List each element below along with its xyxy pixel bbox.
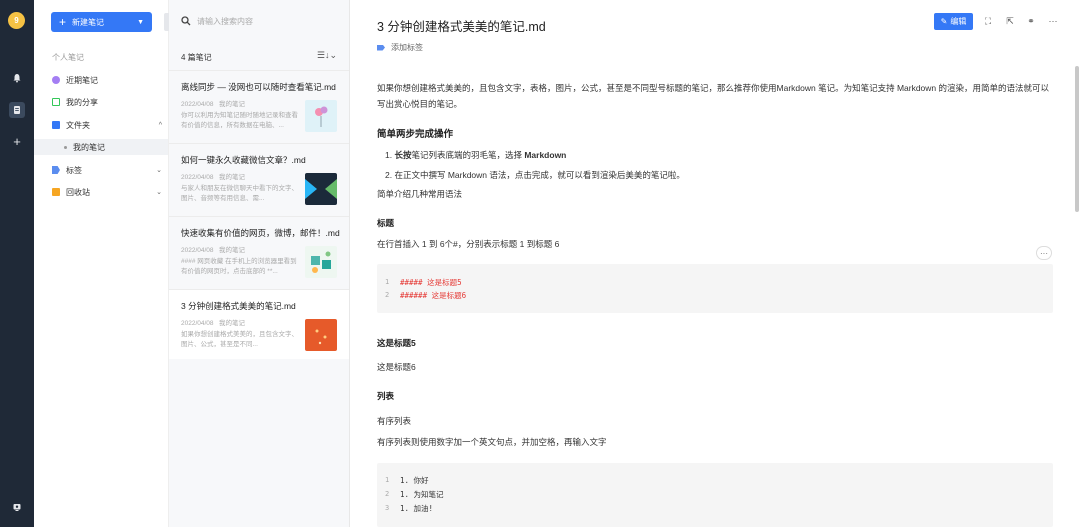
list-item-step1: 1. 长按笔记列表底端的羽毛笔，选择 Markdown (385, 150, 567, 160)
nav-item-recent[interactable]: 近期笔记 (52, 72, 162, 88)
list-item-step2: 2. 在正文中撰写 Markdown 语法，点击完成，就可以看到渲染后美美的笔记… (385, 170, 685, 180)
chevron-down-icon[interactable]: ▼ (137, 19, 144, 26)
search-icon (181, 16, 191, 26)
bullet-icon (64, 145, 67, 149)
note-title[interactable]: 3 分钟创建格式美美的笔记.md (377, 16, 546, 35)
sort-icon[interactable]: ☰↓⌄ (317, 50, 337, 61)
trash-icon (52, 188, 60, 196)
nav-item-folder[interactable]: 文件夹 ^ (52, 117, 162, 133)
ordered-list-description: 有序列表则使用数字加一个英文句点，并加空格，再输入文字 (377, 437, 607, 447)
note-card-selected[interactable]: 3 分钟创建格式美美的笔记.md 2022/04/08 我的笔记 如果你想创建格… (169, 289, 349, 359)
note-thumbnail (305, 173, 337, 205)
settings-icon[interactable] (9, 499, 25, 515)
note-card-title: 快速收集有价值的网页，微博，邮件！.md (181, 228, 340, 238)
avatar[interactable]: 9 (8, 12, 25, 29)
notification-icon[interactable] (9, 70, 25, 86)
code-line: 1. 为知笔记 (400, 490, 444, 499)
note-card-snippet: 你可以利用为知笔记随时随地记录和查看有价值的信息，所有数据在电脑、... (181, 112, 298, 129)
share-icon (52, 98, 60, 106)
notes-icon[interactable] (9, 102, 25, 118)
edit-button[interactable]: ✎ 编辑 (934, 13, 973, 30)
heading-list: 列表 (377, 391, 395, 401)
heading-steps: 简单两步完成操作 (377, 129, 454, 140)
section-label: 个人笔记 (52, 53, 84, 62)
new-note-button[interactable]: + 新建笔记 ▼ (51, 12, 152, 32)
add-tag-label: 添加标签 (391, 43, 423, 52)
nav-item-tags[interactable]: 标签 ⌄ (52, 162, 162, 178)
note-card[interactable]: 快速收集有价值的网页，微博，邮件！.md 2022/04/08 我的笔记 ###… (169, 216, 349, 286)
search-box[interactable]: 请输入搜索内容 (181, 14, 341, 28)
note-card-snippet: 如果你想创建格式美美的，且包含文字、图片、公式，甚至是不同... (181, 331, 298, 348)
nav-item-label: 我的分享 (66, 97, 98, 107)
note-card-snippet: 与家人和朋友在微信聊天中看下的文字、图片、音频等有用信息、需... (181, 185, 298, 202)
heading-title-section: 标题 (377, 218, 395, 228)
note-card-title: 如何一键永久收藏微信文章？.md (181, 155, 306, 165)
tag-icon (52, 166, 60, 174)
scrollbar[interactable] (1075, 66, 1079, 212)
clock-icon (52, 76, 60, 84)
note-list-panel: 请输入搜索内容 4 篇笔记 ☰↓⌄ 离线同步 — 没网也可以随时查看笔记.md … (169, 0, 350, 527)
edit-label: 编辑 (950, 17, 967, 26)
nav-item-label: 标签 (66, 165, 82, 175)
block-more-button[interactable]: ··· (1036, 246, 1052, 260)
editor-panel: 3 分钟创建格式美美的笔记.md 添加标签 ✎ 编辑 ⛶ ⇱ ⚭ ··· 如果你… (350, 0, 1080, 527)
chevron-down-icon[interactable]: ⌄ (156, 188, 162, 196)
nav-item-trash[interactable]: 回收站 ⌄ (52, 184, 162, 200)
note-card-title: 离线同步 — 没网也可以随时查看笔记.md (181, 82, 336, 92)
code-line: 1. 你好 (400, 476, 429, 485)
add-icon[interactable]: + (9, 133, 25, 149)
nav-item-label: 回收站 (66, 187, 90, 197)
open-external-icon[interactable]: ⇱ (1003, 14, 1017, 28)
intro-paragraph: 如果你想创建格式美美的，且包含文字，表格，图片，公式，甚至是不同型号标题的笔记，… (377, 83, 1050, 109)
add-tag-button[interactable]: 添加标签 (377, 42, 423, 53)
rendered-heading-5: 这是标题5 (377, 338, 416, 348)
syntax-intro: 简单介绍几种常用语法 (377, 189, 463, 199)
note-card-title: 3 分钟创建格式美美的笔记.md (181, 301, 296, 311)
plus-icon: + (59, 15, 67, 29)
nav-item-label: 近期笔记 (66, 75, 98, 85)
nav-item-share[interactable]: 我的分享 (52, 94, 162, 110)
code-line: ###### 这是标题6 (400, 291, 467, 300)
nav-panel: + 新建笔记 ▼ 个人笔记 近期笔记 我的分享 文件夹 ^ 我的笔记 标签 ⌄ … (34, 0, 169, 527)
fullscreen-icon[interactable]: ⛶ (981, 14, 995, 28)
note-card-snippet: #### 网页收藏 在手机上的浏览器里看到有价值的网页时，点击底部的 **... (181, 258, 297, 275)
note-count: 4 篇笔记 (181, 53, 212, 62)
new-note-label: 新建笔记 (72, 17, 105, 27)
code-line: ##### 这是标题5 (400, 278, 462, 287)
ordered-list-title: 有序列表 (377, 416, 412, 426)
pencil-icon: ✎ (940, 17, 948, 26)
rendered-heading-6: 这是标题6 (377, 362, 416, 372)
code-block-headings[interactable]: 1 ##### 这是标题5 2 ###### 这是标题6 (377, 264, 1053, 313)
nav-item-label: 文件夹 (66, 120, 90, 130)
note-card[interactable]: 如何一键永久收藏微信文章？.md 2022/04/08 我的笔记 与家人和朋友在… (169, 143, 349, 213)
code-block-list[interactable]: 1 1. 你好 2 1. 为知笔记 3 1. 加油! (377, 463, 1053, 527)
nav-subitem-my-notes[interactable]: 我的笔记 (34, 139, 168, 155)
tag-icon (377, 44, 385, 51)
nav-subitem-label: 我的笔记 (73, 142, 105, 152)
note-thumbnail (305, 246, 337, 278)
note-thumbnail (305, 319, 337, 351)
link-icon[interactable]: ⚭ (1024, 14, 1038, 28)
more-icon[interactable]: ··· (1046, 14, 1060, 28)
chevron-down-icon[interactable]: ⌄ (156, 166, 162, 174)
search-placeholder: 请输入搜索内容 (197, 16, 253, 26)
note-thumbnail (305, 100, 337, 132)
note-card[interactable]: 离线同步 — 没网也可以随时查看笔记.md 2022/04/08 我的笔记 你可… (169, 70, 349, 140)
left-rail: 9 + (0, 0, 34, 527)
title-description: 在行首插入 1 到 6个#，分别表示标题 1 到标题 6 (377, 239, 560, 249)
folder-icon (52, 121, 60, 129)
chevron-up-icon[interactable]: ^ (159, 122, 162, 129)
code-line: 1. 加油! (400, 504, 434, 513)
